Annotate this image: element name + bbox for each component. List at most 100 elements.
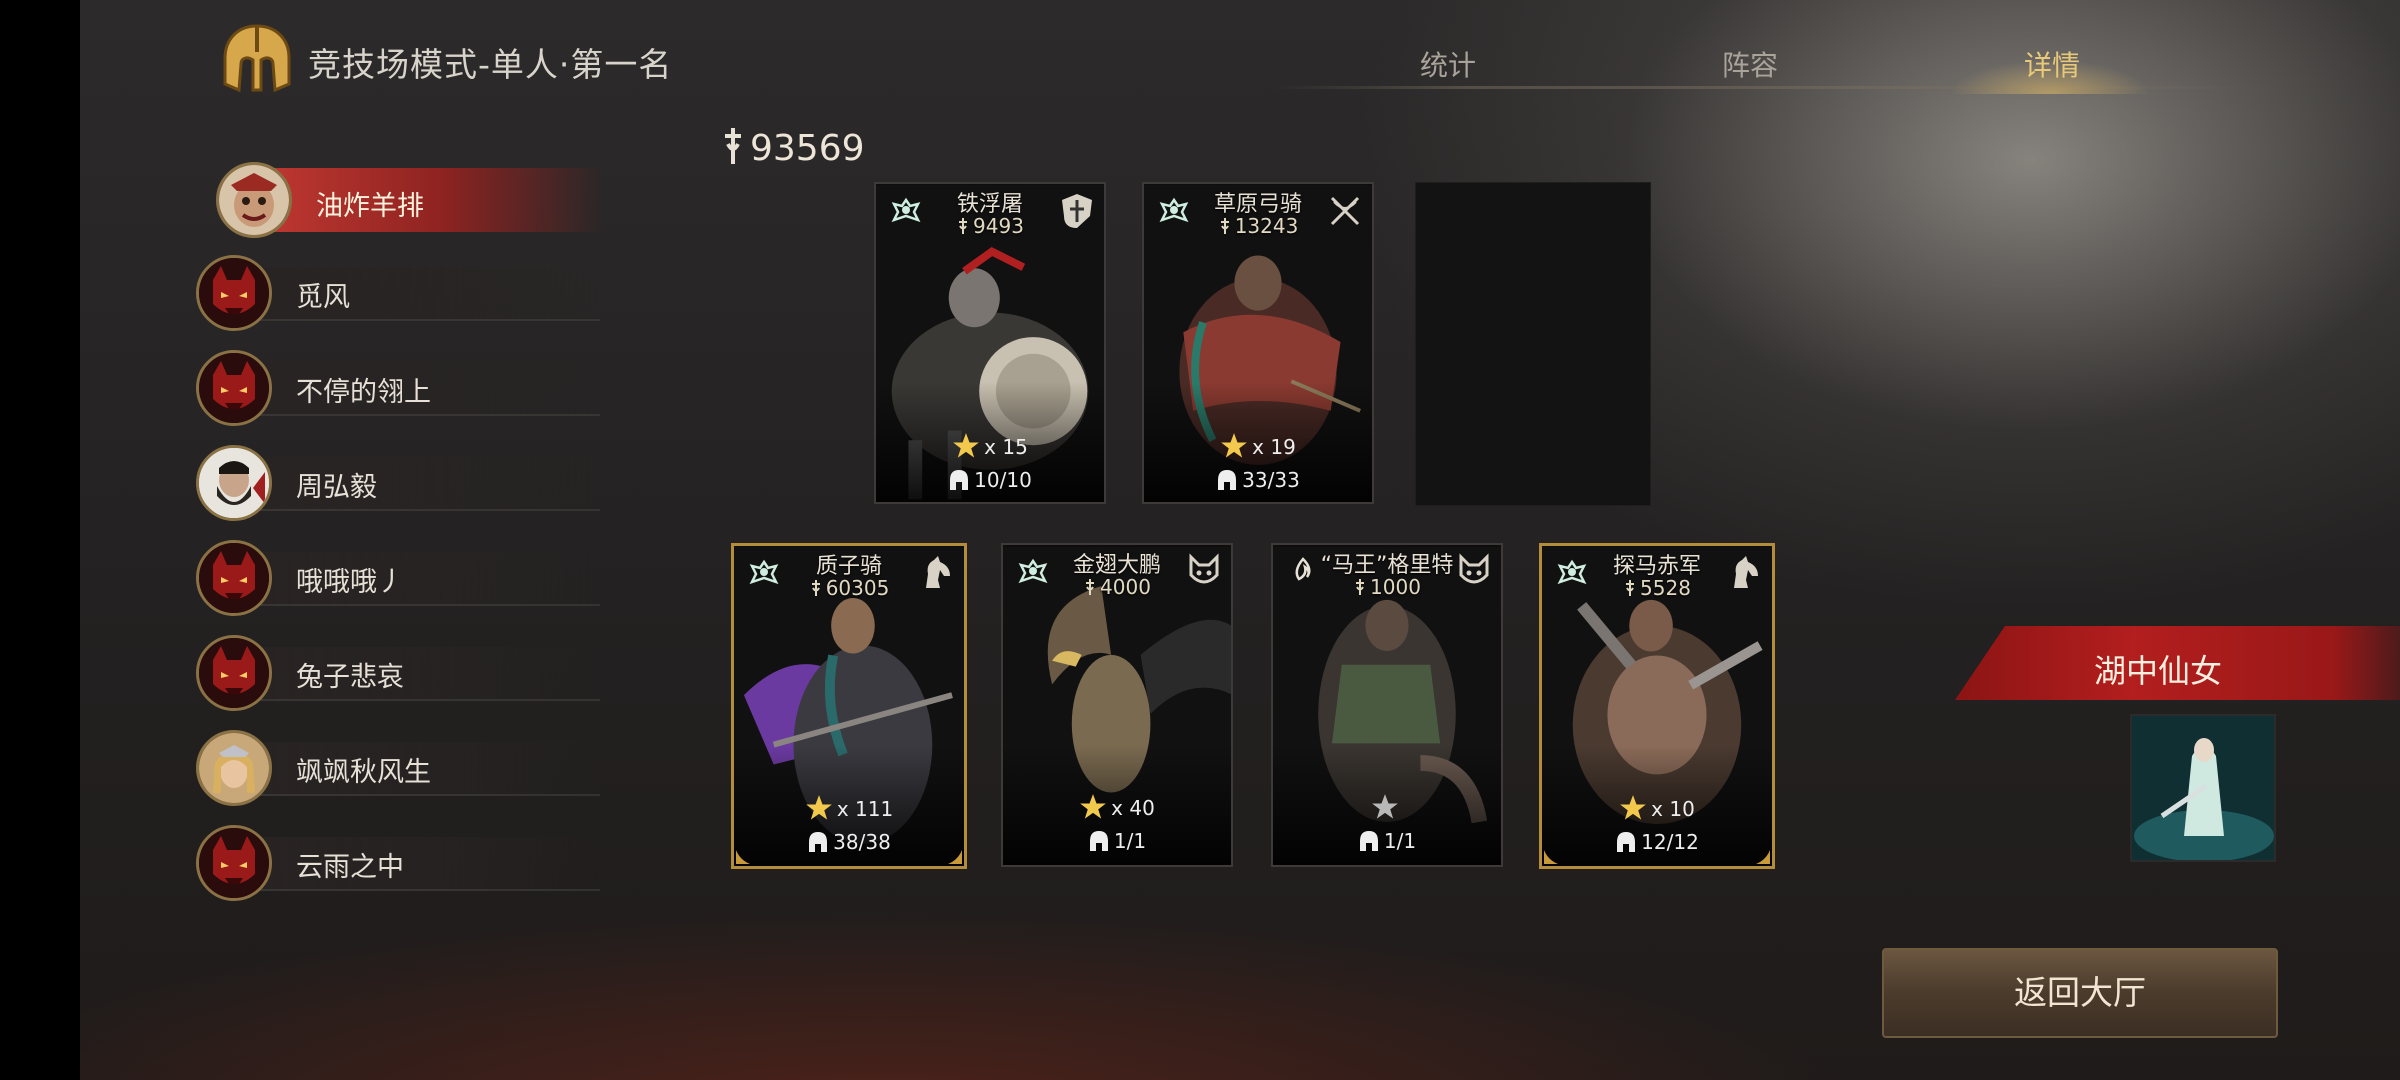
player-name: 不停的翎上	[296, 377, 431, 408]
tab-statistics[interactable]: 统计	[1420, 44, 1476, 84]
spartan-helmet-icon	[223, 24, 291, 93]
power-icon	[1356, 579, 1365, 595]
tab-lineup[interactable]: 阵容	[1722, 44, 1778, 84]
unit-power: 9493	[876, 214, 1104, 238]
troop-helmet-icon	[1617, 832, 1636, 852]
mode-title: 竞技场模式-单人·第一名	[308, 45, 673, 84]
gold-corner-ornament	[1544, 850, 1558, 864]
player-item[interactable]: 周弘毅	[196, 445, 600, 521]
female-warrior-avatar	[196, 730, 272, 806]
player-item[interactable]: 觅风	[196, 255, 600, 331]
power-icon	[959, 218, 968, 234]
grey-star-icon	[1372, 794, 1398, 819]
unit-power-value: 1000	[1370, 575, 1421, 599]
player-name: 周弘毅	[296, 472, 377, 503]
unit-stars	[1273, 793, 1501, 821]
unit-power-value: 13243	[1234, 214, 1299, 238]
gold-star-icon	[1620, 795, 1647, 820]
unit-card[interactable]: 质子骑 60305 x 111 38/38	[731, 543, 967, 869]
power-icon	[1626, 580, 1635, 596]
power-icon	[811, 580, 820, 596]
return-lobby-button[interactable]: 返回大厅	[1882, 948, 2278, 1038]
unit-troops: 1/1	[1273, 829, 1501, 853]
unit-star-count: x 10	[1651, 797, 1695, 821]
troop-helmet-icon	[1218, 470, 1237, 490]
player-item-selected[interactable]: 油炸羊排	[196, 160, 604, 238]
player-item[interactable]: 不停的翎上	[196, 350, 600, 426]
player-name: 飒飒秋风生	[296, 757, 431, 788]
demon-mask-avatar	[196, 255, 272, 331]
gold-star-icon	[1221, 433, 1248, 458]
unit-power-value: 60305	[825, 576, 890, 600]
gold-corner-ornament	[948, 850, 962, 864]
demon-mask-avatar	[196, 825, 272, 901]
empty-unit-slot[interactable]	[1415, 182, 1651, 506]
unit-card[interactable]: 探马赤军 5528 x 10 12/12	[1539, 543, 1775, 869]
unit-stars: x 111	[734, 794, 964, 822]
unit-power-value: 4000	[1100, 575, 1151, 599]
gold-corner-ornament	[1756, 850, 1770, 864]
troop-helmet-icon	[1359, 831, 1378, 851]
player-plate	[240, 552, 600, 606]
total-power-value: 93569	[750, 128, 865, 169]
unit-card[interactable]: “马王”格里特 1000 1/1	[1271, 543, 1503, 867]
troop-helmet-icon	[809, 832, 828, 852]
bearded-warrior-avatar	[196, 445, 272, 521]
player-name: 兔子悲哀	[296, 662, 404, 693]
unit-power: 1000	[1273, 575, 1501, 599]
troop-helmet-icon	[950, 470, 969, 490]
unit-troops: 1/1	[1003, 829, 1231, 853]
power-icon	[725, 128, 741, 164]
demon-mask-avatar	[196, 635, 272, 711]
left-black-bar	[0, 0, 80, 1080]
unit-troop-count: 1/1	[1383, 829, 1417, 853]
unit-stars: x 15	[876, 432, 1104, 460]
hero-name: 湖中仙女	[2094, 652, 2223, 690]
unit-star-count: x 19	[1252, 435, 1296, 459]
unit-card[interactable]: 草原弓骑 13243 x 19 33/33	[1142, 182, 1374, 504]
player-name: 油炸羊排	[316, 191, 424, 222]
gold-corner-ornament	[736, 850, 750, 864]
unit-troops: 38/38	[734, 830, 964, 854]
player-item[interactable]: 云雨之中	[196, 825, 600, 901]
unit-stars: x 19	[1144, 432, 1372, 460]
player-name: 云雨之中	[296, 852, 404, 883]
jester-avatar	[216, 162, 292, 238]
demon-mask-avatar	[196, 350, 272, 426]
unit-troop-count: 33/33	[1242, 468, 1300, 492]
unit-stars: x 10	[1542, 794, 1772, 822]
player-plate	[240, 267, 600, 321]
player-plate	[240, 837, 600, 891]
unit-star-count: x 40	[1111, 796, 1155, 820]
unit-power: 4000	[1003, 575, 1231, 599]
unit-troop-count: 12/12	[1641, 830, 1699, 854]
unit-troop-count: 38/38	[833, 830, 891, 854]
gold-star-icon	[953, 433, 980, 458]
player-name: 觅风	[296, 282, 350, 313]
player-item[interactable]: 哦哦哦丿	[196, 540, 600, 616]
power-icon	[1220, 218, 1229, 234]
gold-star-icon	[805, 795, 832, 820]
unit-star-count: x 15	[984, 435, 1028, 459]
hero-portrait[interactable]	[2130, 714, 2276, 862]
player-item[interactable]: 兔子悲哀	[196, 635, 600, 711]
unit-card[interactable]: 铁浮屠 9493 x 15 10/10	[874, 182, 1106, 504]
player-name: 哦哦哦丿	[296, 567, 404, 598]
unit-star-count: x 111	[836, 797, 894, 821]
unit-card[interactable]: 金翅大鹏 4000 x 40 1/1	[1001, 543, 1233, 867]
troop-helmet-icon	[1089, 831, 1108, 851]
unit-power: 5528	[1542, 576, 1772, 600]
lady-of-the-lake-portrait	[2132, 716, 2274, 860]
demon-mask-avatar	[196, 540, 272, 616]
player-plate	[240, 647, 600, 701]
gold-star-icon	[1080, 794, 1107, 819]
unit-stars: x 40	[1003, 793, 1231, 821]
unit-power-value: 9493	[973, 214, 1024, 238]
tab-details[interactable]: 详情	[2024, 44, 2080, 84]
unit-troops: 33/33	[1144, 468, 1372, 492]
player-plate-highlight	[244, 168, 604, 232]
unit-troops: 10/10	[876, 468, 1104, 492]
player-item[interactable]: 飒飒秋风生	[196, 730, 600, 806]
unit-troops: 12/12	[1542, 830, 1772, 854]
unit-power: 60305	[734, 576, 964, 600]
